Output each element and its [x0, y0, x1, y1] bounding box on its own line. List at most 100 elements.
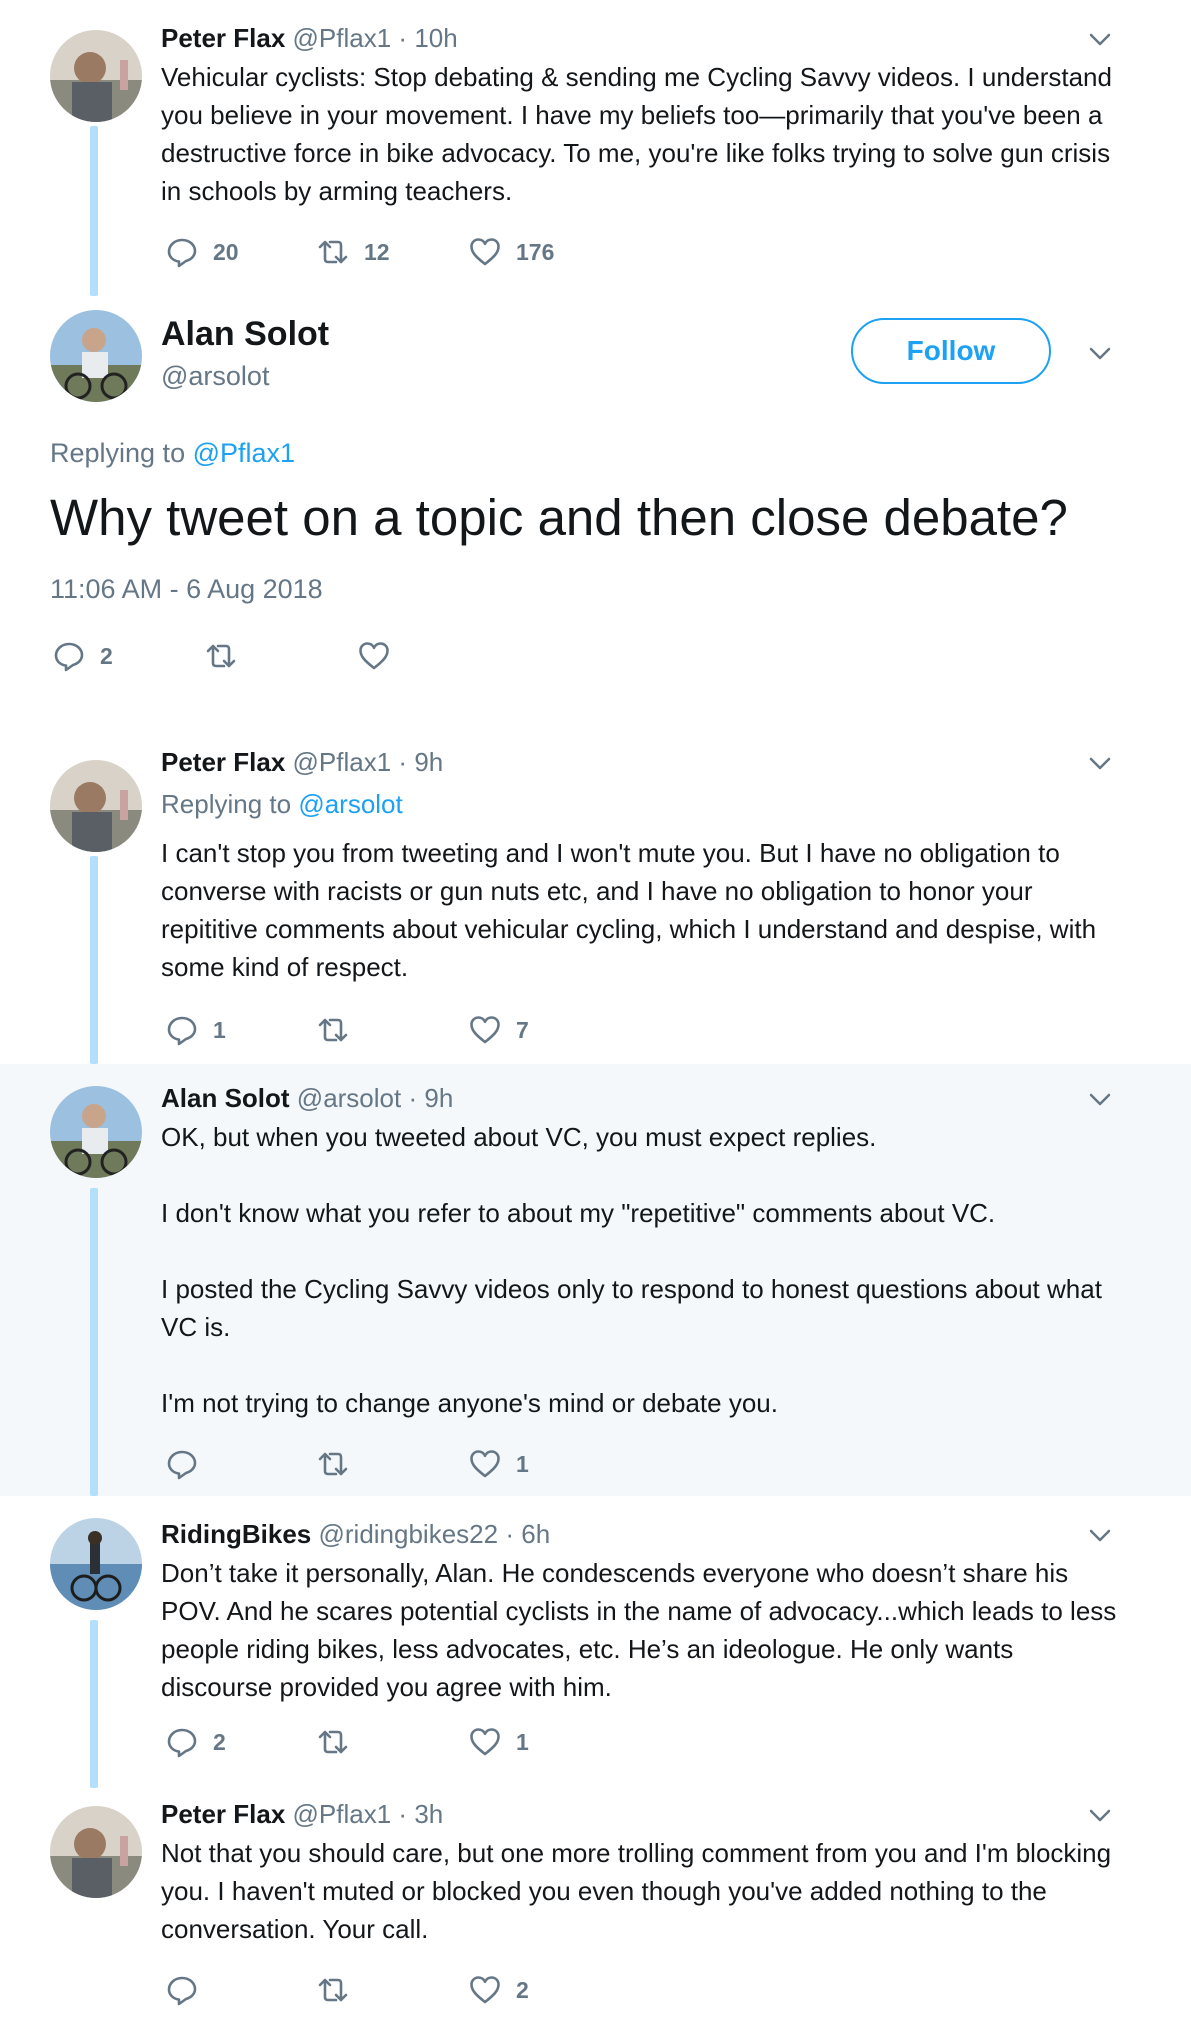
chevron-down-icon[interactable]: [1088, 1088, 1112, 1112]
author-name[interactable]: Peter Flax: [161, 747, 285, 777]
separator-dot: ·: [398, 23, 408, 53]
thread-line: [90, 1188, 98, 1496]
tweet-time[interactable]: 3h: [414, 1799, 443, 1829]
replying-to-link[interactable]: @Pflax1: [193, 438, 295, 468]
reply-icon: [167, 238, 197, 268]
reply-count: 2: [100, 642, 113, 669]
reply-icon: [54, 642, 84, 672]
retweet-icon: [318, 240, 348, 264]
retweet-icon: [318, 1452, 348, 1476]
author-name[interactable]: RidingBikes: [161, 1519, 311, 1549]
reply-count: 20: [213, 238, 239, 265]
avatar-ridingbikes[interactable]: [50, 1518, 142, 1610]
retweet-icon: [318, 1018, 348, 1042]
retweet-icon: [318, 1978, 348, 2002]
replying-to: Replying to @Pflax1: [50, 436, 295, 470]
like-count: 1: [516, 1450, 529, 1477]
chevron-down-icon[interactable]: [1088, 28, 1112, 52]
retweet-button[interactable]: [316, 1444, 364, 1484]
tweet-time[interactable]: 9h: [414, 747, 443, 777]
like-count: 176: [516, 238, 555, 265]
main-tweet: Alan Solot @arsolot Follow Replying to @…: [0, 300, 1191, 720]
author-name[interactable]: Alan Solot: [161, 314, 329, 354]
reply-button[interactable]: 2: [165, 1722, 226, 1762]
tweet-actions: 2: [161, 1970, 661, 2010]
tweet-2[interactable]: Peter Flax @Pflax1 · 9h Replying to @ars…: [0, 730, 1191, 1064]
tweet-5[interactable]: Peter Flax @Pflax1 · 3h Not that you sho…: [0, 1778, 1191, 2018]
reply-button[interactable]: [165, 1444, 213, 1484]
like-button[interactable]: 7: [468, 1010, 529, 1050]
like-count: 2: [516, 1976, 529, 2003]
author-name[interactable]: Alan Solot: [161, 1083, 290, 1113]
like-count: 7: [516, 1016, 529, 1043]
reply-button[interactable]: 1: [165, 1010, 226, 1050]
reply-button[interactable]: [165, 1970, 213, 2010]
tweet-actions: 1 7: [161, 1010, 661, 1050]
like-icon: [470, 1728, 500, 1756]
main-tweet-actions: 2: [50, 636, 550, 676]
tweet-text: Not that you should care, but one more t…: [161, 1838, 1112, 1944]
chevron-down-icon[interactable]: [1088, 1804, 1112, 1828]
retweet-button[interactable]: [316, 1722, 364, 1762]
tweet-text: I can't stop you from tweeting and I won…: [161, 838, 1097, 982]
author-handle[interactable]: @Pflax1: [293, 1799, 392, 1829]
author-handle[interactable]: @arsolot: [297, 1083, 401, 1113]
like-button[interactable]: 1: [468, 1722, 529, 1762]
tweet-actions: 1: [161, 1444, 661, 1484]
avatar-peter-flax[interactable]: [50, 1806, 142, 1898]
reply-count: 1: [213, 1016, 226, 1043]
like-button[interactable]: 176: [468, 232, 554, 272]
reply-icon: [167, 1976, 197, 2006]
like-button[interactable]: [357, 636, 405, 676]
replying-to-link[interactable]: @arsolot: [298, 789, 402, 819]
avatar-peter-flax[interactable]: [50, 760, 142, 852]
like-button[interactable]: 1: [468, 1444, 529, 1484]
tweet-text: OK, but when you tweeted about VC, you m…: [161, 1122, 1102, 1418]
tweet-3[interactable]: Alan Solot @arsolot · 9h OK, but when yo…: [0, 1064, 1191, 1496]
retweet-button[interactable]: [316, 1010, 364, 1050]
reply-icon: [167, 1016, 197, 1046]
like-icon: [470, 1976, 500, 2004]
tweet-4[interactable]: RidingBikes @ridingbikes22 · 6h Don’t ta…: [0, 1496, 1191, 1788]
separator-dot: ·: [505, 1519, 514, 1549]
like-icon: [470, 1016, 500, 1044]
author-name[interactable]: Peter Flax: [161, 23, 285, 53]
avatar-alan-solot[interactable]: [50, 1086, 142, 1178]
author-handle[interactable]: @Pflax1: [293, 23, 392, 53]
retweet-button[interactable]: 12: [316, 232, 390, 272]
like-count: 1: [516, 1728, 529, 1755]
avatar-peter-flax[interactable]: [50, 30, 142, 122]
chevron-down-icon[interactable]: [1088, 1524, 1112, 1548]
main-tweet-timestamp[interactable]: 11:06 AM - 6 Aug 2018: [50, 572, 323, 606]
retweet-icon: [206, 644, 236, 668]
tweet-actions: 2 1: [161, 1722, 661, 1762]
author-handle[interactable]: @arsolot: [161, 360, 269, 392]
author-handle[interactable]: @ridingbikes22: [318, 1519, 498, 1549]
follow-button[interactable]: Follow: [851, 318, 1051, 384]
tweet-1[interactable]: Peter Flax @Pflax1 · 10h Vehicular cycli…: [0, 0, 1191, 300]
reply-icon: [167, 1450, 197, 1480]
retweet-button[interactable]: [204, 636, 252, 676]
avatar-alan-solot[interactable]: [50, 310, 142, 402]
reply-button[interactable]: 20: [165, 232, 239, 272]
separator-dot: ·: [398, 1799, 408, 1829]
tweet-header: Peter Flax @Pflax1 · 9h: [161, 746, 443, 778]
author-handle[interactable]: @Pflax1: [293, 747, 392, 777]
thread-line: [90, 856, 98, 1064]
like-icon: [359, 642, 389, 670]
tweet-text: Don’t take it personally, Alan. He conde…: [161, 1558, 1117, 1702]
separator-dot: ·: [408, 1083, 418, 1113]
chevron-down-icon[interactable]: [1088, 752, 1112, 776]
tweet-header: RidingBikes @ridingbikes22 · 6h: [161, 1518, 550, 1550]
tweet-time[interactable]: 10h: [414, 23, 457, 53]
like-button[interactable]: 2: [468, 1970, 529, 2010]
tweet-time[interactable]: 6h: [521, 1519, 550, 1549]
reply-icon: [167, 1728, 197, 1758]
chevron-down-icon[interactable]: [1088, 342, 1112, 366]
replying-to: Replying to @arsolot: [161, 788, 403, 820]
reply-button[interactable]: 2: [52, 636, 113, 676]
tweet-time[interactable]: 9h: [424, 1083, 453, 1113]
author-name[interactable]: Peter Flax: [161, 1799, 285, 1829]
retweet-button[interactable]: [316, 1970, 364, 2010]
retweet-icon: [318, 1730, 348, 1754]
